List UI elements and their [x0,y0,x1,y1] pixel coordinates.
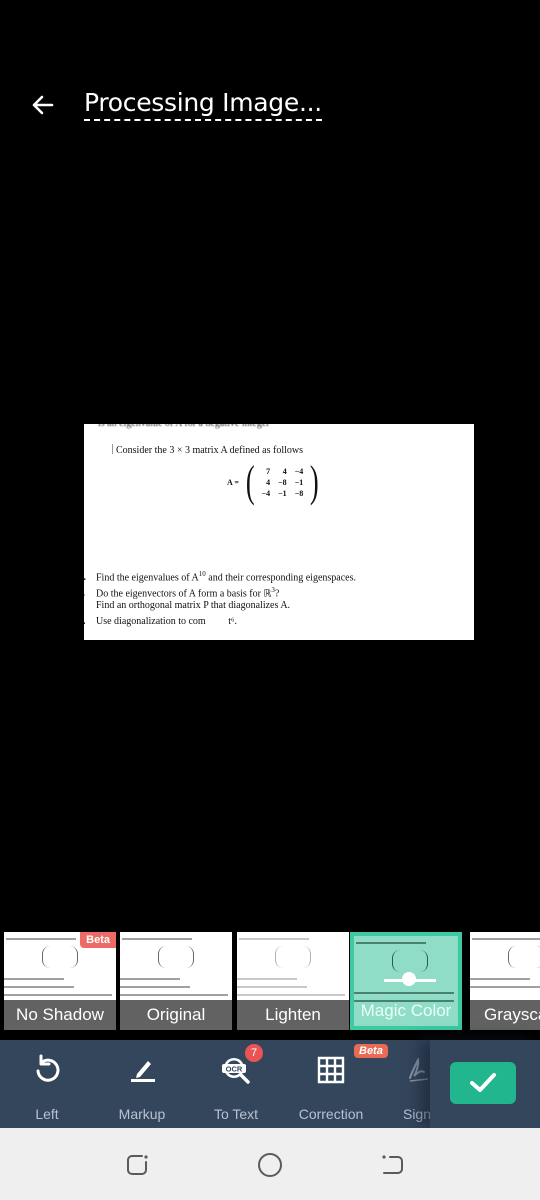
problem-item: g.Use diagonalization to com t⁶. [84,614,356,630]
filter-no-shadow[interactable]: Beta No Shadow [4,932,116,1030]
grid-correction-icon [317,1056,345,1084]
matrix-cell: 7 [266,466,271,476]
signature-icon [409,1057,429,1082]
tool-label: Markup [118,1106,166,1122]
right-paren: ) [310,457,319,506]
rotate-left-button[interactable]: Left [2,1040,92,1128]
rotate-left-icon [36,1054,60,1082]
matrix-a: A = ( 7 4 −4 4 −8 −1 −4 −1 −8 ) [227,457,322,506]
filter-magic-color[interactable]: Magic Color [350,932,462,1030]
document-preview[interactable]: is an eigenvalue of A for a negative int… [84,424,474,640]
problem-item: f.Find an orthogonal matrix P that diago… [84,598,356,614]
filter-original[interactable]: Original [120,932,232,1030]
item-label: g. [84,614,96,630]
matrix-cell: −1 [294,477,304,487]
system-nav-bar [0,1128,540,1200]
back-button[interactable] [26,88,60,122]
filter-label: Original [120,1000,232,1030]
pencil-icon [131,1061,155,1082]
tool-label: Left [35,1106,59,1122]
matrix-table: 7 4 −4 4 −8 −1 −4 −1 −8 [258,466,308,499]
matrix-cell: 4 [266,477,271,487]
matrix-cell: −8 [294,488,304,498]
filter-grayscale[interactable]: Grayscale [470,932,540,1030]
filter-label: Magic Color [360,1001,452,1020]
markup-button[interactable]: Markup [97,1040,187,1128]
recent-apps-button[interactable] [122,1150,152,1180]
matrix-label: A = [227,477,239,487]
tool-label: Correction [298,1106,364,1122]
confirm-button[interactable] [450,1062,516,1104]
left-paren: ( [245,457,255,506]
item-sup: 10 [198,570,206,578]
item-text: Find an orthogonal matrix P that diagona… [96,600,291,611]
problem-intro: Consider the 3 × 3 matrix A defined as f… [112,444,303,456]
matrix-cell: −8 [278,477,287,487]
notification-badge: 7 [245,1044,263,1062]
beta-badge: Beta [80,932,116,948]
problem-item: d.Find the eigenvalues of A10 and their … [84,566,356,583]
checkmark-icon [470,1073,496,1092]
confirm-area [430,1040,540,1128]
problem-item: e.Do the eigenvectors of A form a basis … [84,582,356,599]
intro-text: Consider the 3 × 3 matrix A defined as f… [116,445,304,456]
bottom-toolbar: Left Markup OCR 7 To Text Beta Correctio… [0,1040,540,1128]
tool-label: To Text [213,1106,259,1122]
filter-lighten[interactable]: Lighten [237,932,349,1030]
to-text-button[interactable]: OCR 7 To Text [191,1040,281,1128]
intensity-slider[interactable] [384,972,436,986]
page-title: Processing Image... [84,88,322,121]
matrix-cell: 4 [282,466,287,476]
svg-text:OCR: OCR [226,1065,243,1074]
correction-button[interactable]: Beta Correction [286,1040,388,1128]
home-icon [258,1153,282,1177]
back-icon [382,1155,403,1174]
item-text: Use diagonalization to com [96,616,206,627]
recent-apps-icon [127,1155,148,1175]
filter-label: No Shadow [4,1000,116,1030]
app-header: Processing Image... [0,70,540,140]
system-back-button[interactable] [378,1150,408,1180]
matrix-cell: −4 [261,488,271,498]
filter-label: Grayscale [470,1000,540,1030]
matrix-cell: −1 [278,488,287,498]
slider-knob[interactable] [402,972,416,986]
filter-label: Lighten [237,1000,349,1030]
arrow-left-icon [32,95,54,115]
item-text: t⁶. [205,616,237,627]
home-button[interactable] [255,1150,285,1180]
item-label: f. [84,598,96,614]
problem-items: d.Find the eigenvalues of A10 and their … [84,566,356,630]
matrix-cell: −4 [294,466,304,476]
filter-strip[interactable]: Beta No Shadow Original Lighten Magic Co… [0,930,540,1030]
cut-off-text: is an eigenvalue of A for a negative int… [98,424,358,429]
